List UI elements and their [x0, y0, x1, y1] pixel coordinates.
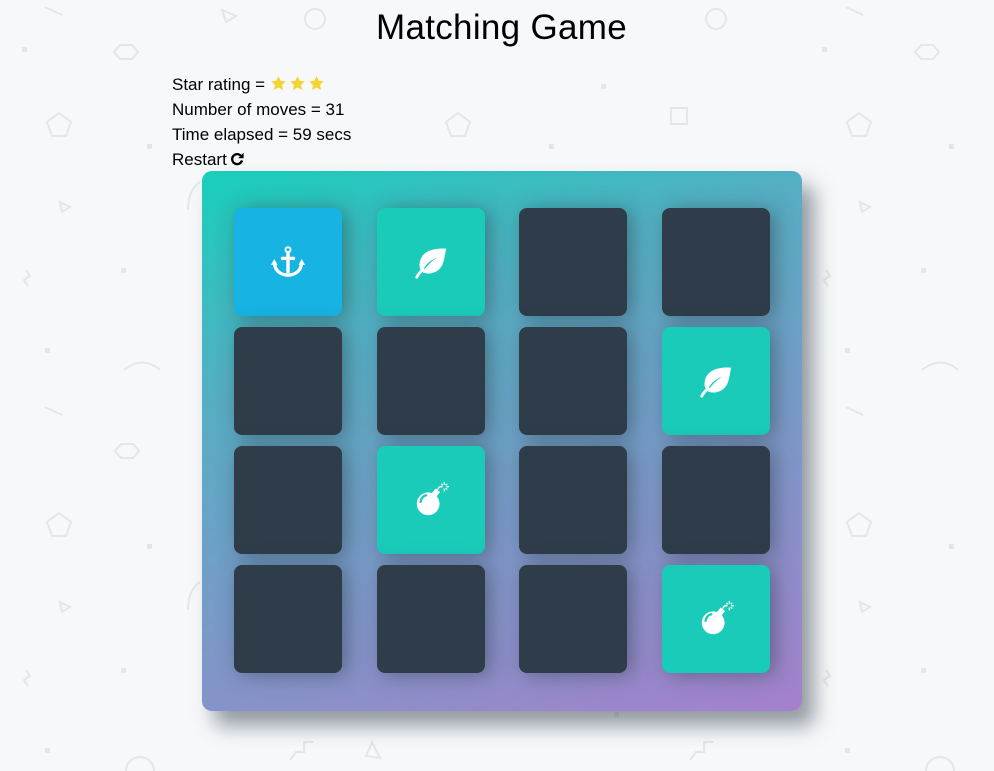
- card-3-4[interactable]: [662, 446, 770, 554]
- card-2-1[interactable]: [234, 327, 342, 435]
- leaf-icon: [697, 362, 735, 400]
- card-4-1[interactable]: [234, 565, 342, 673]
- star-icon: [289, 74, 306, 91]
- leaf-icon: [412, 243, 450, 281]
- anchor-icon: [269, 243, 307, 281]
- card-4-2[interactable]: [377, 565, 485, 673]
- card-3-3[interactable]: [519, 446, 627, 554]
- card-4-3[interactable]: [519, 565, 627, 673]
- star-rating-label: Star rating =: [172, 75, 270, 94]
- moves-counter: Number of moves = 31: [172, 100, 345, 119]
- refresh-icon: [230, 148, 244, 166]
- bomb-icon: [697, 600, 735, 638]
- score-panel: Star rating = Number of moves = 31 Time …: [172, 72, 351, 172]
- card-4-4[interactable]: [662, 565, 770, 673]
- restart-label: Restart: [172, 150, 227, 169]
- star-rating-row: Star rating =: [172, 72, 351, 97]
- card-deck: [202, 171, 802, 711]
- restart-button[interactable]: Restart: [172, 147, 244, 172]
- star-rating: [270, 72, 327, 97]
- page-title: Matching Game: [376, 8, 627, 47]
- star-icon: [270, 74, 287, 91]
- card-1-4[interactable]: [662, 208, 770, 316]
- card-3-2[interactable]: [377, 446, 485, 554]
- card-1-1[interactable]: [234, 208, 342, 316]
- bomb-icon: [412, 481, 450, 519]
- card-2-4[interactable]: [662, 327, 770, 435]
- card-2-3[interactable]: [519, 327, 627, 435]
- star-icon: [308, 74, 325, 91]
- card-1-3[interactable]: [519, 208, 627, 316]
- card-2-2[interactable]: [377, 327, 485, 435]
- card-3-1[interactable]: [234, 446, 342, 554]
- card-1-2[interactable]: [377, 208, 485, 316]
- timer: Time elapsed = 59 secs: [172, 125, 352, 144]
